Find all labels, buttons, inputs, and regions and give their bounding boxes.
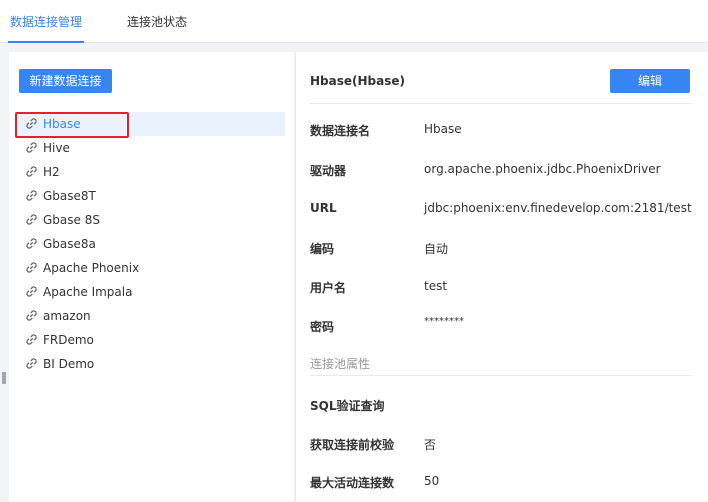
connection-item-label: BI Demo <box>43 357 95 371</box>
link-icon <box>26 166 37 177</box>
detail-title: Hbase(Hbase) <box>310 74 405 88</box>
link-icon <box>26 310 37 321</box>
field-label-url: URL <box>310 201 337 215</box>
connection-detail-panel: Hbase(Hbase) 编辑 数据连接名 Hbase 驱动器 org.apac… <box>295 52 708 502</box>
link-icon <box>26 142 37 153</box>
connection-item-label: FRDemo <box>43 333 94 347</box>
connection-item-gbase8a[interactable]: Gbase8a <box>15 232 285 256</box>
field-value-max-active: 50 <box>424 474 440 488</box>
connection-list: Hbase Hive H2 Gbase8T Gbase 8S Gbase8a A… <box>15 112 285 376</box>
link-icon <box>26 214 37 225</box>
divider <box>310 103 691 104</box>
field-label-max-active: 最大活动连接数 <box>310 476 395 490</box>
divider <box>310 375 691 376</box>
connection-item-label: Gbase8T <box>43 189 96 203</box>
connection-item-frdemo[interactable]: FRDemo <box>15 328 285 352</box>
field-value-password: ******** <box>424 316 464 327</box>
field-label-connection-name: 数据连接名 <box>310 124 371 138</box>
field-value-url: jdbc:phoenix:env.finedevelop.com:2181/te… <box>424 201 692 215</box>
field-label-username: 用户名 <box>310 281 347 295</box>
link-icon <box>26 238 37 249</box>
link-icon <box>26 262 37 273</box>
top-tab-bar: 数据连接管理 连接池状态 <box>0 0 708 43</box>
link-icon <box>26 118 37 129</box>
connection-list-panel: 新建数据连接 Hbase Hive H2 Gbase8T Gbase 8S Gb… <box>9 52 294 502</box>
connection-item-hive[interactable]: Hive <box>15 136 285 160</box>
link-icon <box>26 286 37 297</box>
connection-item-label: Gbase 8S <box>43 213 100 227</box>
connection-item-label: Hive <box>43 141 70 155</box>
field-value-encoding: 自动 <box>424 242 449 256</box>
connection-item-bi-demo[interactable]: BI Demo <box>15 352 285 376</box>
field-value-test-on-borrow: 否 <box>424 438 437 452</box>
link-icon <box>26 358 37 369</box>
connection-item-h2[interactable]: H2 <box>15 160 285 184</box>
field-label-sql-validation: SQL验证查询 <box>310 399 385 413</box>
panel-resize-handle[interactable] <box>2 372 6 384</box>
connection-item-label: Gbase8a <box>43 237 96 251</box>
new-connection-button[interactable]: 新建数据连接 <box>19 69 112 93</box>
field-value-driver: org.apache.phoenix.jdbc.PhoenixDriver <box>424 162 661 176</box>
tab-connection-pool-status[interactable]: 连接池状态 <box>127 0 187 42</box>
field-label-driver: 驱动器 <box>310 164 347 178</box>
edit-button[interactable]: 编辑 <box>610 69 690 93</box>
connection-item-amazon[interactable]: amazon <box>15 304 285 328</box>
link-icon <box>26 190 37 201</box>
pool-section-title: 连接池属性 <box>310 357 371 371</box>
connection-item-label: Apache Impala <box>43 285 133 299</box>
connection-item-label: Hbase <box>43 117 81 131</box>
field-value-connection-name: Hbase <box>424 122 462 136</box>
connection-item-hbase[interactable]: Hbase <box>15 112 285 138</box>
field-value-username: test <box>424 279 448 293</box>
connection-item-gbase-8s[interactable]: Gbase 8S <box>15 208 285 232</box>
connection-item-label: amazon <box>43 309 91 323</box>
field-label-password: 密码 <box>310 320 335 334</box>
link-icon <box>26 334 37 345</box>
field-label-encoding: 编码 <box>310 242 335 256</box>
connection-item-label: H2 <box>43 165 60 179</box>
connection-item-apache-phoenix[interactable]: Apache Phoenix <box>15 256 285 280</box>
connection-item-gbase8t[interactable]: Gbase8T <box>15 184 285 208</box>
connection-item-apache-impala[interactable]: Apache Impala <box>15 280 285 304</box>
connection-item-label: Apache Phoenix <box>43 261 140 275</box>
tab-data-connection-management[interactable]: 数据连接管理 <box>7 0 85 43</box>
field-label-test-on-borrow: 获取连接前校验 <box>310 438 395 452</box>
